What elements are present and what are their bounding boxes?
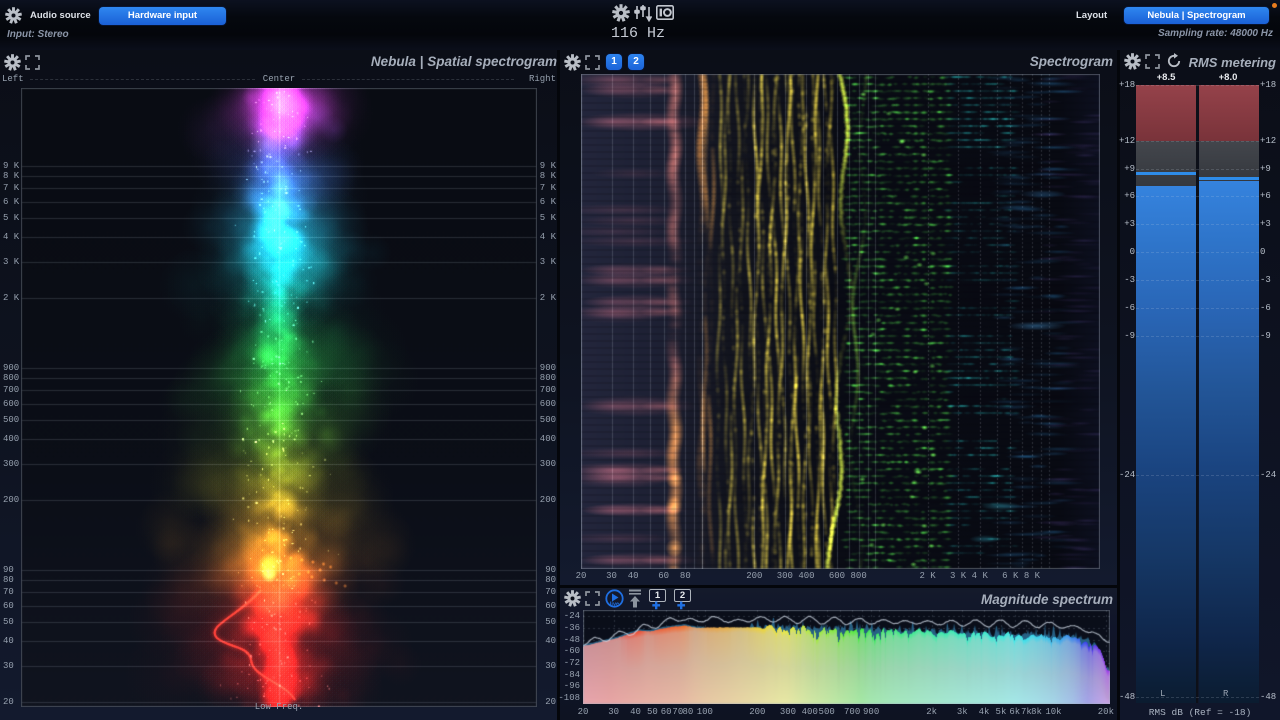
- svg-text:live: live: [610, 601, 619, 607]
